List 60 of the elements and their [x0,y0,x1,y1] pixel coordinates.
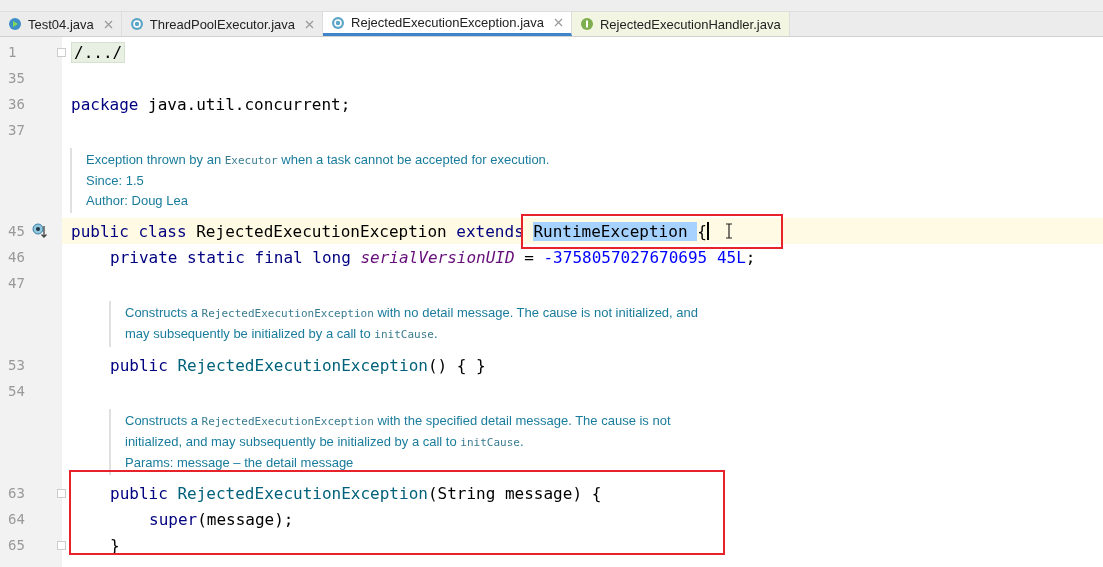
tab-label: ThreadPoolExecutor.java [149,16,296,32]
line-number: 36 [8,96,25,112]
line-number: 64 [8,511,25,527]
close-icon[interactable] [103,19,113,29]
line-number: 37 [8,122,25,138]
close-icon[interactable] [554,18,563,27]
line-number: 53 [8,357,25,373]
code-text: = [523,247,535,267]
line-number: 65 [8,537,25,553]
class-icon [129,17,144,31]
code-text: RejectedExecutionException [196,221,448,241]
fold-icon[interactable] [57,540,66,550]
fold-icon[interactable] [57,47,66,57]
folded-code[interactable]: /.../ [71,41,126,63]
tab-label: RejectedExecutionException.java [351,15,544,30]
doc-text: Params: message – the detail message [125,454,355,472]
code-text: () { } [427,355,486,375]
doc-text: Constructs a RejectedExecutionException with the specified detail message. The cause is not [125,412,671,430]
file-tab[interactable]: RejectedExecutionException.java [323,12,572,36]
code-text: RejectedExecutionException [177,483,428,503]
line-number: 46 [8,249,25,265]
text-cursor-icon [724,223,733,239]
selected-text: RuntimeException [533,221,698,241]
doc-text: may subsequently be initialized by a call to initCause. [125,325,439,343]
run-class-icon [8,17,22,31]
code-text: super [149,509,198,529]
line-number: 47 [8,275,25,291]
code-text: public [110,355,169,375]
code-text: package [71,94,140,114]
line-number: 35 [8,70,25,86]
tab-label: Test04.java [28,16,94,32]
code-text: RejectedExecutionException [177,355,428,375]
code-text: -3758057027670695 45L [543,247,746,267]
code-text: (String message) { [427,483,602,503]
tab-label: RejectedExecutionHandler.java [600,16,781,32]
code-text: java.util.concurrent; [148,94,351,114]
doc-text: Author: Doug Lea [86,192,189,210]
override-icon[interactable] [32,223,48,239]
code-text: ; [745,247,756,267]
line-number: 63 [8,485,25,501]
line-number: 54 [8,383,25,399]
code-text: (message); [197,509,294,529]
code-text: public [110,483,169,503]
close-icon[interactable] [305,19,315,29]
doc-text: Constructs a RejectedExecutionException with no detail message. The cause is not initialized, and [125,304,698,322]
code-text: serialVersionUID [360,247,515,267]
class-icon [331,15,346,30]
line-number: 45 [8,223,25,239]
fold-icon[interactable] [57,488,66,498]
doc-text: initialized, and may subsequently be initialized by a call to initCause. [125,433,525,451]
file-tab[interactable]: RejectedExecutionHandler.java [572,12,790,36]
code-text: public class [71,221,188,241]
code-text: { [697,221,707,241]
doc-text: Since: 1.5 [86,172,145,190]
code-text: extends [456,221,525,241]
line-number: 1 [8,44,17,60]
code-text: private static final long [110,247,352,267]
interface-icon [580,17,594,31]
doc-text: Exception thrown by an Executor when a task cannot be accepted for execution. [86,151,550,169]
file-tab[interactable]: Test04.java [0,12,122,36]
